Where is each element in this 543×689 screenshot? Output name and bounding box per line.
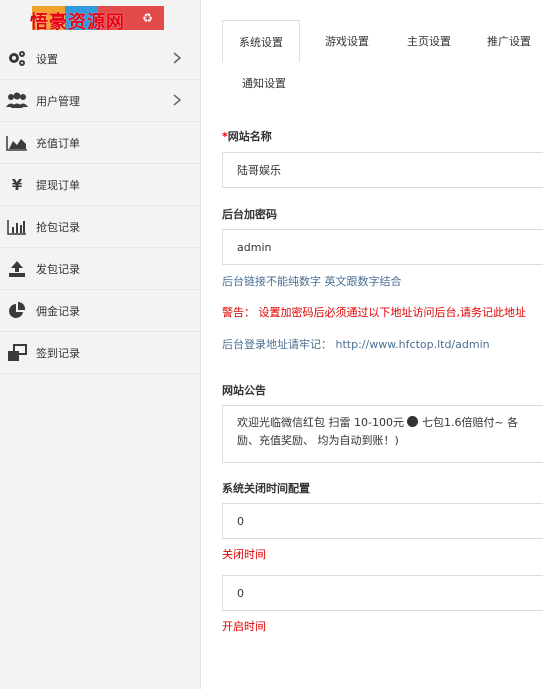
close-config-label: 系统关闭时间配置	[222, 482, 310, 495]
tab-notify-settings[interactable]: 通知设置	[222, 62, 306, 104]
sidebar-item-recharge-orders[interactable]: 充值订单	[0, 122, 200, 164]
users-icon	[6, 90, 28, 112]
site-name-label-text: 网站名称	[227, 130, 272, 143]
sidebar-item-users[interactable]: 用户管理	[0, 80, 200, 122]
sidebar-item-label: 提现订单	[36, 178, 80, 192]
close-time-input[interactable]: 0	[222, 503, 543, 539]
sidebar: ♻ 悟豪资源网 设置 用户管理 充值订单 ¥ 提现订单 抢包记录 发包记录 佣金…	[0, 0, 201, 689]
sidebar-item-label: 发包记录	[36, 262, 80, 276]
sidebar-item-label: 设置	[36, 52, 58, 66]
sidebar-item-withdraw-orders[interactable]: ¥ 提现订单	[0, 164, 200, 206]
tab-promo-settings[interactable]: 推广设置	[474, 20, 543, 62]
chevron-right-icon	[173, 52, 182, 64]
sidebar-item-label: 充值订单	[36, 136, 80, 150]
settings-tabs: 系统设置 游戏设置 主页设置 推广设置 通知设置	[222, 20, 543, 104]
windows-icon	[6, 342, 28, 364]
sidebar-item-label: 用户管理	[36, 94, 80, 108]
open-time-input[interactable]: 0	[222, 575, 543, 611]
admin-password-label: 后台加密码	[222, 208, 277, 221]
close-time-label: 关闭时间	[222, 548, 266, 561]
announcement-line1: 欢迎光临微信红包 扫雷 10-100元	[237, 416, 404, 429]
announcement-line2: 励、充值奖励、 均为自动到账！)	[237, 434, 399, 447]
upload-icon	[6, 258, 28, 280]
sidebar-nav: 设置 用户管理 充值订单 ¥ 提现订单 抢包记录 发包记录 佣金记录 签到记录	[0, 38, 200, 374]
chevron-right-icon	[173, 94, 182, 106]
tab-system-settings[interactable]: 系统设置	[222, 20, 300, 62]
pie-chart-icon	[6, 300, 28, 322]
admin-password-input[interactable]: admin	[222, 229, 543, 265]
main-content: 系统设置 游戏设置 主页设置 推广设置 通知设置 *网站名称 陆哥娱乐 后台加密…	[201, 0, 543, 689]
announcement-textarea[interactable]: 欢迎光临微信红包 扫雷 10-100元 七包1.6倍赔付~ 各 励、充值奖励、 …	[222, 405, 543, 463]
password-hint: 后台链接不能纯数字 英文跟数字结合	[222, 275, 402, 288]
tab-game-settings[interactable]: 游戏设置	[306, 20, 388, 62]
bomb-icon	[407, 416, 419, 427]
sidebar-item-settings[interactable]: 设置	[0, 38, 200, 80]
open-time-label: 开启时间	[222, 620, 266, 633]
sidebar-item-label: 抢包记录	[36, 220, 80, 234]
announcement-line1-after: 七包1.6倍赔付~ 各	[418, 416, 519, 429]
sidebar-item-send-records[interactable]: 发包记录	[0, 248, 200, 290]
bar-chart-icon	[6, 216, 28, 238]
site-name-input[interactable]: 陆哥娱乐	[222, 152, 543, 188]
gears-icon	[6, 48, 28, 70]
sidebar-item-label: 佣金记录	[36, 304, 80, 318]
yen-icon: ¥	[11, 175, 23, 194]
warning-text: 警告： 设置加密码后必须通过以下地址访问后台,请务记此地址	[222, 306, 526, 319]
sidebar-item-label: 签到记录	[36, 346, 80, 360]
sidebar-item-grab-records[interactable]: 抢包记录	[0, 206, 200, 248]
admin-url-text: 后台登录地址请牢记： http://www.hfctop.ltd/admin	[222, 338, 490, 351]
logo-watermark-text: 悟豪资源网	[30, 12, 125, 33]
announcement-label: 网站公告	[222, 384, 266, 397]
area-chart-icon	[6, 132, 28, 154]
sidebar-item-commission-records[interactable]: 佣金记录	[0, 290, 200, 332]
sidebar-item-checkin-records[interactable]: 签到记录	[0, 332, 200, 374]
logo-tile-recycle: ♻	[131, 6, 164, 30]
site-name-label: *网站名称	[222, 128, 272, 144]
tab-home-settings[interactable]: 主页设置	[388, 20, 470, 62]
